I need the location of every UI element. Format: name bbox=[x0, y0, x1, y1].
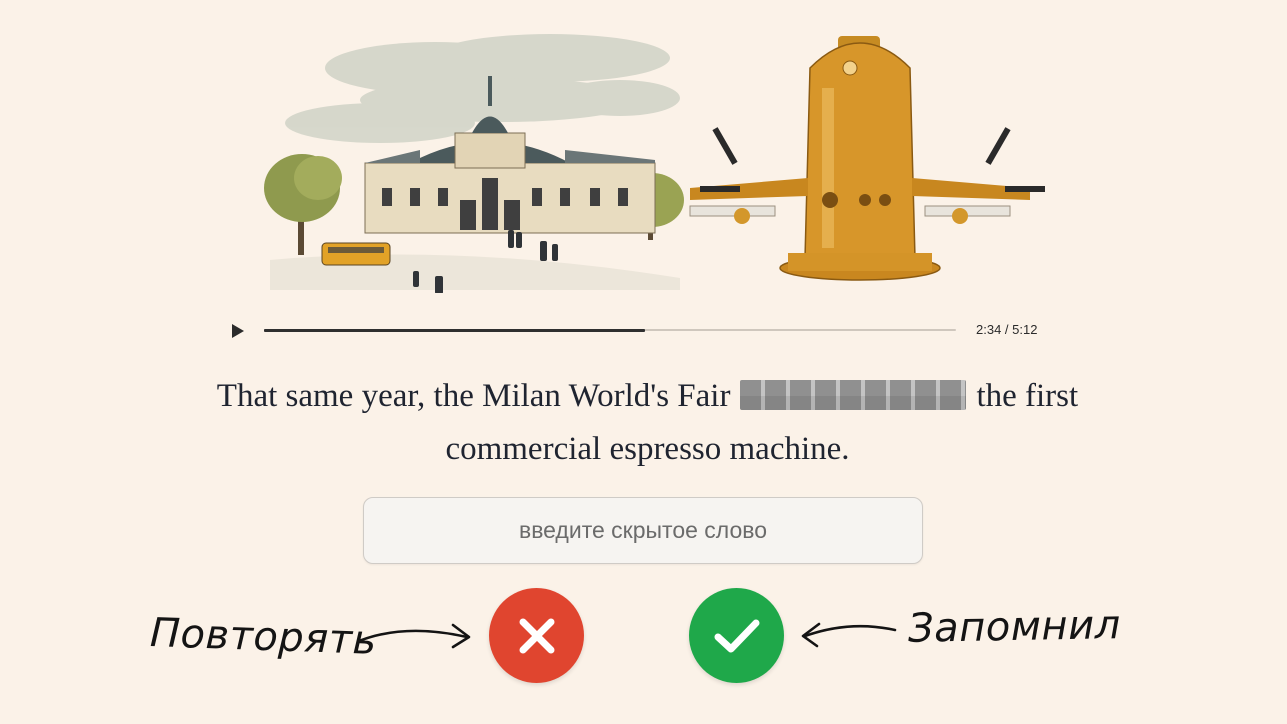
arrow-left-icon bbox=[801, 622, 897, 648]
lesson-illustration bbox=[264, 34, 1045, 293]
audio-time: 2:34 / 5:12 bbox=[976, 322, 1038, 337]
remember-label: Запомнил bbox=[907, 602, 1122, 652]
audio-progress-fill bbox=[264, 328, 645, 332]
remember-button[interactable] bbox=[689, 588, 784, 683]
play-icon bbox=[232, 324, 244, 338]
audio-player: 2:34 / 5:12 bbox=[228, 318, 1058, 344]
play-button[interactable] bbox=[228, 322, 248, 340]
espresso-machine-illustration bbox=[689, 36, 1045, 281]
audio-progress-track[interactable] bbox=[264, 328, 956, 332]
checkmark-icon bbox=[714, 619, 759, 652]
repeat-button[interactable] bbox=[489, 588, 584, 683]
hidden-word-input[interactable] bbox=[363, 497, 923, 564]
tree-left-illustration bbox=[264, 154, 342, 255]
repeat-label: Повторять bbox=[149, 610, 378, 664]
sentence-before: That same year, the Milan World's Fair bbox=[216, 378, 731, 414]
tram-illustration bbox=[321, 242, 391, 266]
arrow-right-icon bbox=[357, 623, 471, 649]
cloze-sentence: That same year, the Milan World's Fair th… bbox=[180, 370, 1115, 476]
flashcard-page: 2:34 / 5:12 That same year, the Milan Wo… bbox=[0, 0, 1287, 724]
hidden-word-blank bbox=[740, 380, 967, 411]
close-icon bbox=[519, 618, 554, 653]
